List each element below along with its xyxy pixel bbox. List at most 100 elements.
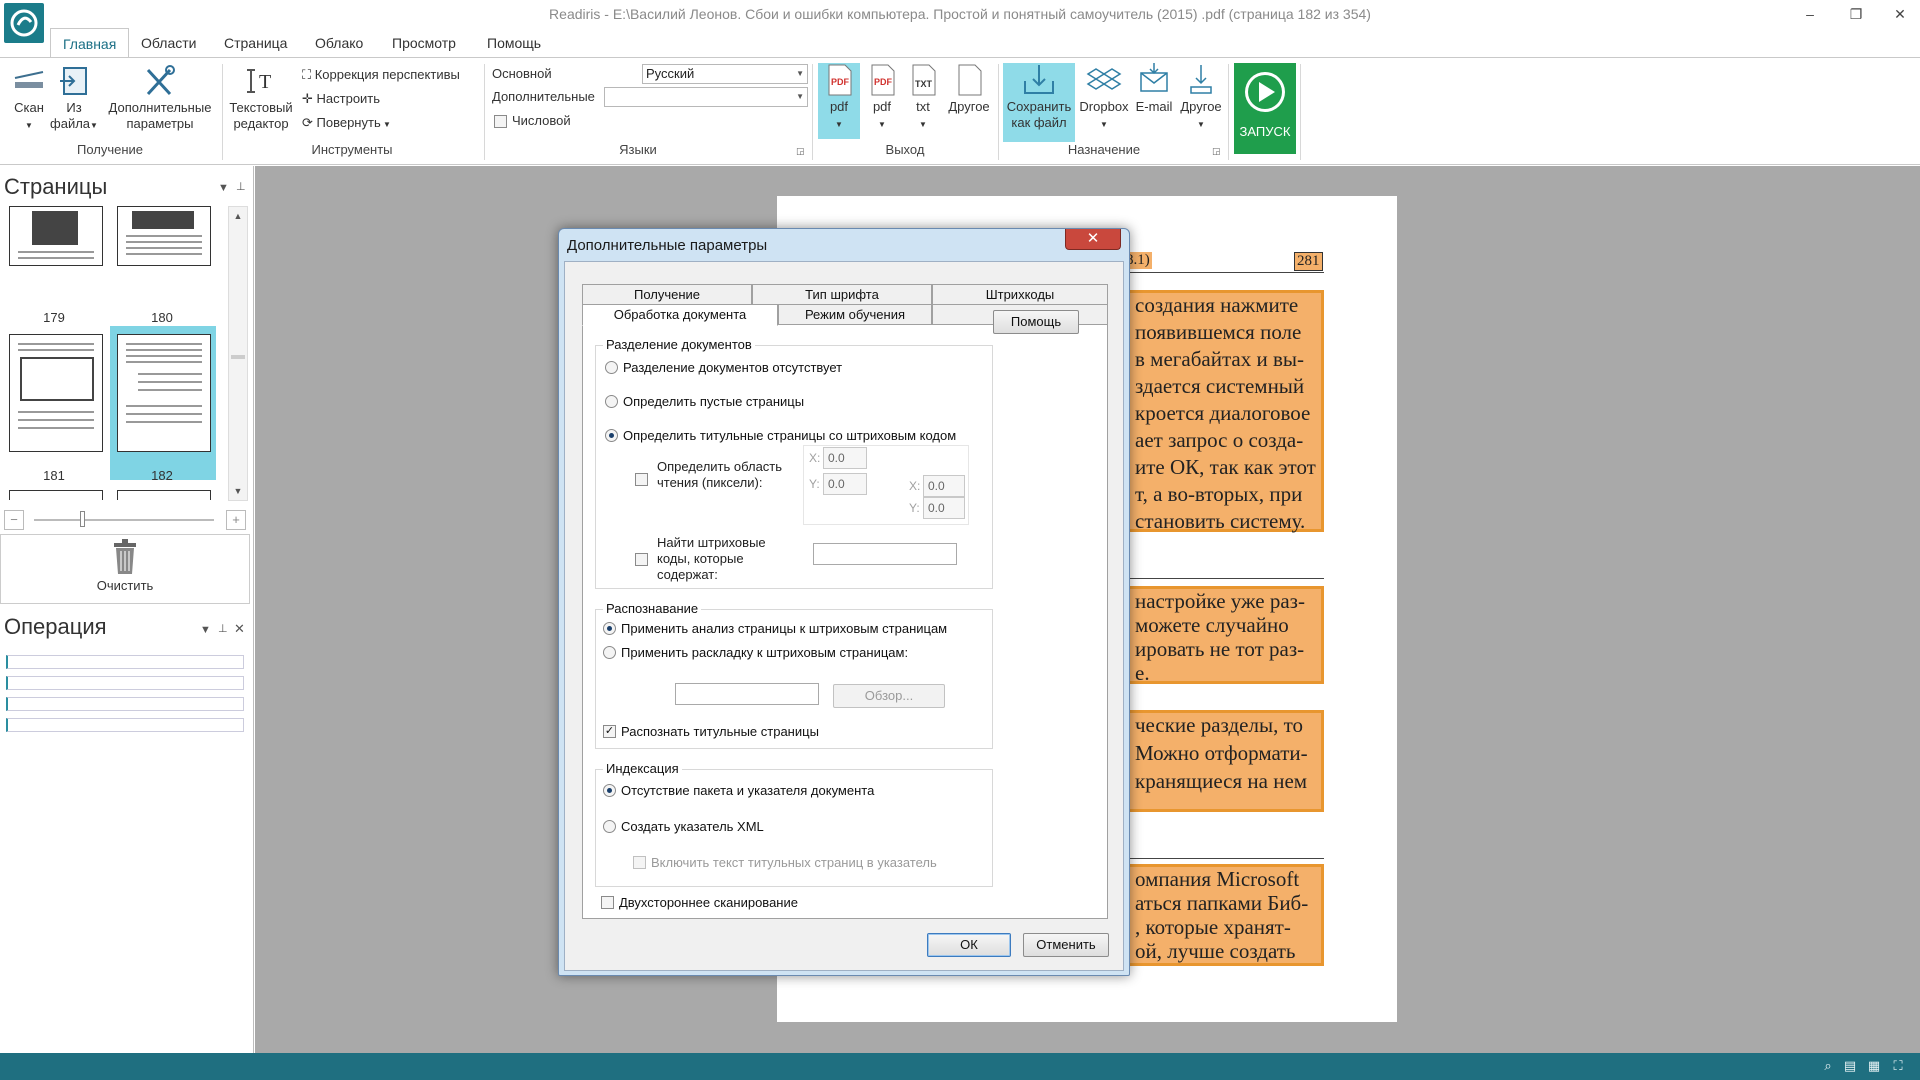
- dialog-launcher-icon[interactable]: ◲: [1212, 146, 1221, 157]
- page-thumbnail-181[interactable]: [9, 334, 103, 452]
- tab-page[interactable]: Страница: [212, 28, 299, 58]
- no-batch-index-radio[interactable]: Отсутствие пакета и указателя документа: [603, 783, 874, 798]
- tab-font-type[interactable]: Тип шрифта: [752, 284, 932, 305]
- app-logo-icon[interactable]: [4, 3, 44, 43]
- numeric-checkbox[interactable]: Числовой: [494, 110, 571, 132]
- pin-icon[interactable]: ⊥: [236, 180, 246, 193]
- email-button[interactable]: E-mail: [1132, 63, 1176, 115]
- page-text-icon[interactable]: ▦: [1866, 1058, 1882, 1074]
- zoom-slider[interactable]: [34, 519, 214, 521]
- panel-menu-icon[interactable]: ▼: [200, 624, 211, 636]
- save-as-file-button[interactable]: Сохранить как файл: [1003, 63, 1075, 142]
- window-title: Readiris - E:\Василий Леонов. Сбои и оши…: [549, 6, 1371, 22]
- clear-button[interactable]: Очистить: [0, 534, 250, 604]
- tab-areas[interactable]: Области: [129, 28, 208, 58]
- close-icon[interactable]: ✕: [234, 621, 245, 637]
- dropbox-label: Dropbox: [1079, 99, 1129, 114]
- minimize-button[interactable]: –: [1790, 2, 1830, 26]
- tab-view[interactable]: Просмотр: [380, 28, 468, 58]
- find-barcodes-checkbox[interactable]: [635, 553, 653, 566]
- detect-barcode-title-pages-radio[interactable]: Определить титульные страницы со штрихов…: [605, 428, 956, 443]
- launch-button[interactable]: ЗАПУСК: [1234, 63, 1296, 154]
- include-title-text-checkbox[interactable]: Включить текст титульных страниц в указа…: [633, 855, 937, 870]
- dialog-help-button[interactable]: Помощь: [993, 310, 1079, 334]
- destination-other-button[interactable]: Другое ▼: [1176, 63, 1226, 133]
- panel-menu-icon[interactable]: ▼: [218, 182, 229, 194]
- detect-blank-pages-radio[interactable]: Определить пустые страницы: [605, 394, 804, 409]
- doc-line: кранящиеся на нем: [1135, 769, 1308, 793]
- layout-path-input[interactable]: [675, 683, 819, 705]
- from-file-button[interactable]: Из файла▼: [50, 64, 98, 134]
- output-other-button[interactable]: Другое: [944, 63, 994, 115]
- create-xml-index-radio[interactable]: Создать указатель XML: [603, 819, 764, 834]
- restore-button[interactable]: ❐: [1836, 2, 1876, 26]
- dropbox-button[interactable]: Dropbox ▼: [1076, 63, 1132, 133]
- define-read-area-checkbox[interactable]: [635, 473, 653, 486]
- perspective-correction-button[interactable]: ⛶ Коррекция перспективы: [302, 64, 460, 86]
- duplex-scan-checkbox[interactable]: Двухстороннее сканирование: [601, 895, 798, 910]
- zoom-slider-thumb[interactable]: [80, 511, 85, 527]
- barcode-contains-input[interactable]: [813, 543, 957, 565]
- rotate-label: Повернуть: [316, 115, 381, 130]
- doc-line: кроется диалоговое: [1135, 401, 1311, 425]
- search-icon[interactable]: ⌕: [1820, 1058, 1836, 1074]
- numeric-checkbox-box[interactable]: [494, 114, 507, 128]
- close-window-button[interactable]: ✕: [1880, 2, 1920, 26]
- text-editor-button[interactable]: T Текстовый редактор: [226, 64, 296, 132]
- text-zone-2[interactable]: настройке уже раз- можете случайно ирова…: [1124, 586, 1324, 685]
- page-layout-icon[interactable]: ▤: [1842, 1058, 1858, 1074]
- pages-scrollbar[interactable]: ▲ ▼: [228, 206, 248, 501]
- scroll-up-icon[interactable]: ▲: [229, 207, 247, 225]
- recognize-title-pages-checkbox[interactable]: ✓ Распознать титульные страницы: [603, 724, 819, 739]
- y2-field[interactable]: 0.0: [923, 497, 965, 519]
- cancel-button[interactable]: Отменить: [1023, 933, 1109, 957]
- zoom-out-button[interactable]: −: [4, 510, 24, 530]
- dialog-launcher-icon[interactable]: ◲: [796, 146, 805, 157]
- ok-button[interactable]: ОК: [927, 933, 1011, 957]
- main-language-label: Основной: [492, 66, 552, 81]
- scrollbar-thumb[interactable]: [231, 355, 245, 359]
- browse-button[interactable]: Обзор...: [833, 684, 945, 708]
- output-pdf-button-1[interactable]: PDF pdf ▼: [818, 63, 860, 139]
- output-pdf-button-2[interactable]: PDF pdf ▼: [862, 63, 902, 133]
- group-label-acquire: Получение: [76, 142, 144, 157]
- advanced-settings-button[interactable]: Дополнительные параметры: [104, 64, 216, 132]
- pin-icon[interactable]: ⊥: [218, 622, 228, 635]
- separation-none-radio[interactable]: Разделение документов отсутствует: [605, 360, 842, 375]
- adjust-button[interactable]: ✛ Настроить: [302, 88, 380, 110]
- scroll-down-icon[interactable]: ▼: [229, 482, 247, 500]
- dialog-close-button[interactable]: ✕: [1065, 229, 1121, 250]
- page-thumbnail-180[interactable]: [117, 206, 211, 266]
- svg-text:PDF: PDF: [831, 77, 850, 87]
- extra-language-select[interactable]: ▼: [604, 87, 808, 107]
- output-txt-button[interactable]: TXT txt ▼: [904, 63, 942, 133]
- apply-page-analysis-radio[interactable]: Применить анализ страницы к штриховым ст…: [603, 621, 947, 636]
- doc-line: т, а во-вторых, при: [1135, 482, 1303, 506]
- tab-cloud[interactable]: Облако: [303, 28, 375, 58]
- y1-field[interactable]: 0.0: [823, 473, 867, 495]
- page-thumbnail-179[interactable]: [9, 206, 103, 266]
- apply-layout-radio[interactable]: Применить раскладку к штриховым страница…: [603, 645, 908, 660]
- tab-acquire[interactable]: Получение: [582, 284, 752, 305]
- fullscreen-icon[interactable]: ⛶: [1890, 1058, 1906, 1074]
- x2-field[interactable]: 0.0: [923, 475, 965, 497]
- download-icon: [1190, 65, 1212, 94]
- main-language-select[interactable]: Русский ▼: [642, 64, 808, 84]
- x1-field[interactable]: 0.0: [823, 447, 867, 469]
- tab-document-processing[interactable]: Обработка документа: [582, 304, 778, 326]
- tab-learning-mode[interactable]: Режим обучения: [778, 304, 932, 325]
- group-label-tools: Инструменты: [311, 142, 393, 157]
- page-thumbnail-182[interactable]: [117, 334, 211, 452]
- tab-barcodes[interactable]: Штрихкоды: [932, 284, 1108, 305]
- text-zone-4[interactable]: омпания Microsoft аться папками Биб- , к…: [1124, 864, 1324, 966]
- text-zone-3[interactable]: ческие разделы, то Можно отформати- кран…: [1124, 710, 1324, 812]
- page-thumbnail-184[interactable]: [117, 490, 211, 500]
- zoom-in-button[interactable]: +: [226, 510, 246, 530]
- scan-button[interactable]: Скан ▼: [8, 64, 50, 134]
- doc-rule: [1124, 272, 1324, 273]
- text-zone-1[interactable]: создания нажмите появившемся поле в мега…: [1124, 290, 1324, 533]
- page-thumbnail-183[interactable]: [9, 490, 103, 500]
- rotate-button[interactable]: ⟳ Повернуть ▼: [302, 112, 391, 134]
- tab-home[interactable]: Главная: [50, 28, 130, 58]
- tab-help[interactable]: Помощь: [475, 28, 553, 58]
